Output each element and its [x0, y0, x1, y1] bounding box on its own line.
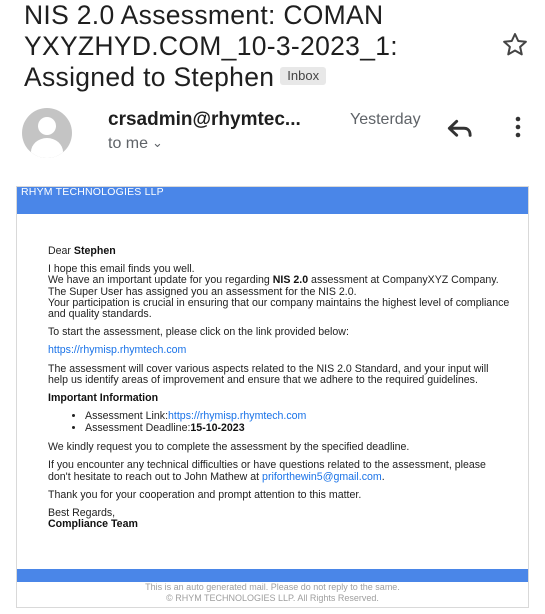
important-info-heading: Important Information: [48, 392, 159, 405]
sender-address[interactable]: crsadmin@rhymtec...: [108, 109, 301, 131]
help-paragraph: If you encounter any technical difficult…: [48, 459, 486, 483]
assessment-link-inline[interactable]: https://rhymisp.rhymtech.com: [168, 410, 306, 422]
assessment-link[interactable]: https://rhymisp.rhymtech.com: [48, 344, 186, 356]
email-date: Yesterday: [350, 111, 421, 128]
copyright-notice: © RHYM TECHNOLOGIES LLP. All Rights Rese…: [166, 593, 379, 603]
recipient-label: to me: [108, 135, 149, 152]
request-paragraph: We kindly request you to complete the as…: [48, 441, 410, 454]
thanks-paragraph: Thank you for your cooperation and promp…: [48, 488, 362, 501]
coverage-paragraph: The assessment will cover various aspect…: [48, 362, 489, 386]
more-vert-icon[interactable]: [508, 114, 528, 140]
reply-icon[interactable]: [444, 112, 476, 144]
star-icon[interactable]: [500, 30, 530, 60]
deadline-value: 15-10-2023: [190, 421, 245, 434]
auto-generated-note: This is an auto generated mail. Please d…: [145, 582, 400, 592]
email-content: Dear Stephen I hope this email finds you…: [17, 214, 528, 530]
sender-avatar[interactable]: [22, 108, 72, 158]
email-subject: NIS 2.0 Assessment: COMAN YXYZHYD.COM_10…: [24, 0, 494, 93]
signature: Best Regards, Compliance Team: [48, 507, 138, 531]
footer-bar: [17, 569, 528, 582]
important-info-list: Assessment Link:https://rhymisp.rhymtech…: [48, 410, 510, 435]
list-item: Assessment Deadline:15-10-2023: [85, 421, 510, 435]
inbox-label-chip[interactable]: Inbox: [280, 67, 327, 85]
intro-paragraph: I hope this email finds you well. We hav…: [48, 263, 510, 321]
signature-team: Compliance Team: [48, 518, 138, 531]
company-banner: RHYM TECHNOLOGIES LLP: [17, 187, 528, 214]
start-instructions: To start the assessment, please click on…: [48, 326, 349, 339]
subject-text: NIS 2.0 Assessment: COMAN YXYZHYD.COM_10…: [24, 0, 398, 92]
greeting: Dear Stephen: [48, 245, 116, 257]
recipient-details-toggle[interactable]: to me ⌄: [108, 135, 163, 153]
email-body-frame: RHYM TECHNOLOGIES LLP Dear Stephen I hop…: [16, 186, 529, 608]
person-avatar-icon: [38, 117, 56, 135]
recipient-name: Stephen: [73, 245, 116, 257]
contact-email-link[interactable]: priforthewin5@gmail.com: [262, 471, 382, 483]
chevron-down-icon: ⌄: [152, 135, 163, 150]
email-footer: This is an auto generated mail. Please d…: [17, 582, 528, 604]
